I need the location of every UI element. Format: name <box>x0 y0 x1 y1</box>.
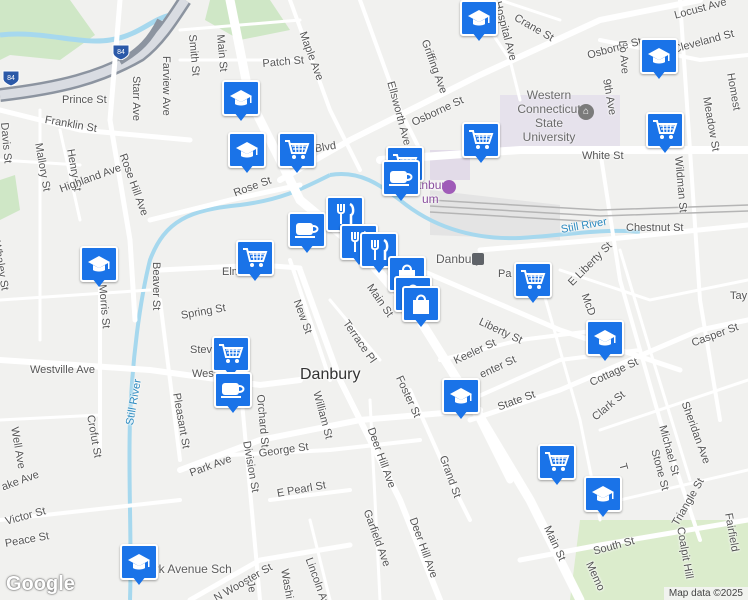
school-marker[interactable] <box>120 544 158 588</box>
school-marker[interactable] <box>460 0 498 44</box>
museum-icon <box>442 180 456 194</box>
street-label: Prince St <box>62 94 107 106</box>
school-icon <box>228 132 266 168</box>
street-label: Westville Ave <box>30 364 96 376</box>
school-icon <box>80 246 118 282</box>
poi-text: Western <box>526 88 572 102</box>
interstate-shield-icon: 84 <box>2 70 20 87</box>
cafe-icon <box>214 372 252 408</box>
school-icon <box>222 80 260 116</box>
school-icon <box>584 476 622 512</box>
shopping-marker[interactable] <box>402 286 440 330</box>
school-icon <box>442 378 480 414</box>
svg-text:84: 84 <box>7 75 15 82</box>
marker-tip <box>226 404 240 413</box>
city-label: Danbury <box>300 366 361 383</box>
marker-tip <box>132 576 146 585</box>
grocery-icon <box>212 336 250 372</box>
street-label: Starr Ave <box>130 76 142 122</box>
street-label: Wes <box>192 368 214 380</box>
marker-tip <box>414 318 428 327</box>
grocery-icon <box>278 132 316 168</box>
grocery-icon <box>462 122 500 158</box>
school-icon <box>640 38 678 74</box>
cafe-marker[interactable] <box>288 212 326 256</box>
grocery-marker[interactable] <box>236 240 274 284</box>
shopping-icon <box>402 286 440 322</box>
street-label: Farview Ave <box>160 56 172 116</box>
cafe-icon <box>382 160 420 196</box>
grocery-marker[interactable] <box>514 262 552 306</box>
school-icon <box>460 0 498 36</box>
poi-text: University <box>522 130 576 144</box>
marker-tip <box>234 112 248 121</box>
grocery-marker[interactable] <box>646 112 684 156</box>
svg-text:84: 84 <box>117 49 125 56</box>
marker-tip <box>372 264 386 273</box>
school-marker[interactable] <box>640 38 678 82</box>
school-marker[interactable] <box>80 246 118 290</box>
school-marker[interactable] <box>222 80 260 124</box>
school-icon <box>120 544 158 580</box>
street-label: Beaver St <box>150 262 162 311</box>
train-icon <box>472 253 484 265</box>
marker-tip <box>658 144 672 153</box>
marker-tip <box>526 294 540 303</box>
grocery-marker[interactable] <box>538 444 576 488</box>
grocery-marker[interactable] <box>278 132 316 176</box>
street-label: Je <box>244 580 259 594</box>
museum-label-2: um <box>422 192 439 206</box>
street-label: Tay <box>730 290 748 302</box>
google-logo: Google <box>6 573 75 595</box>
marker-tip <box>652 70 666 79</box>
marker-tip <box>474 154 488 163</box>
marker-tip <box>240 164 254 173</box>
street-label: Stev <box>190 344 213 356</box>
marker-tip <box>300 244 314 253</box>
marker-tip <box>598 352 612 361</box>
grocery-icon <box>646 112 684 148</box>
grocery-marker[interactable] <box>462 122 500 166</box>
cafe-icon <box>288 212 326 248</box>
cafe-marker[interactable] <box>382 160 420 204</box>
street-label: White St <box>582 150 624 162</box>
school-marker[interactable] <box>228 132 266 176</box>
map-canvas[interactable]: 84 84 Locust Ave Crane St Hospital Ave O… <box>0 0 748 600</box>
school-marker[interactable] <box>586 320 624 364</box>
cafe-marker[interactable] <box>214 372 252 416</box>
university-icon: ⌂ <box>578 104 594 120</box>
school-marker[interactable] <box>584 476 622 520</box>
interstate-shield-icon: 84 <box>112 44 130 61</box>
school-marker[interactable] <box>442 378 480 422</box>
marker-tip <box>290 164 304 173</box>
map-attribution[interactable]: Map data ©2025 <box>663 587 748 600</box>
marker-tip <box>454 410 468 419</box>
marker-tip <box>472 32 486 41</box>
marker-tip <box>596 508 610 517</box>
marker-tip <box>248 272 262 281</box>
street-label: Pa <box>498 268 512 280</box>
marker-tip <box>92 278 106 287</box>
marker-tip <box>550 476 564 485</box>
street-label: Chestnut St <box>626 222 684 234</box>
grocery-icon <box>538 444 576 480</box>
marker-tip <box>394 192 408 201</box>
school-icon <box>586 320 624 356</box>
grocery-icon <box>236 240 274 276</box>
grocery-icon <box>514 262 552 298</box>
